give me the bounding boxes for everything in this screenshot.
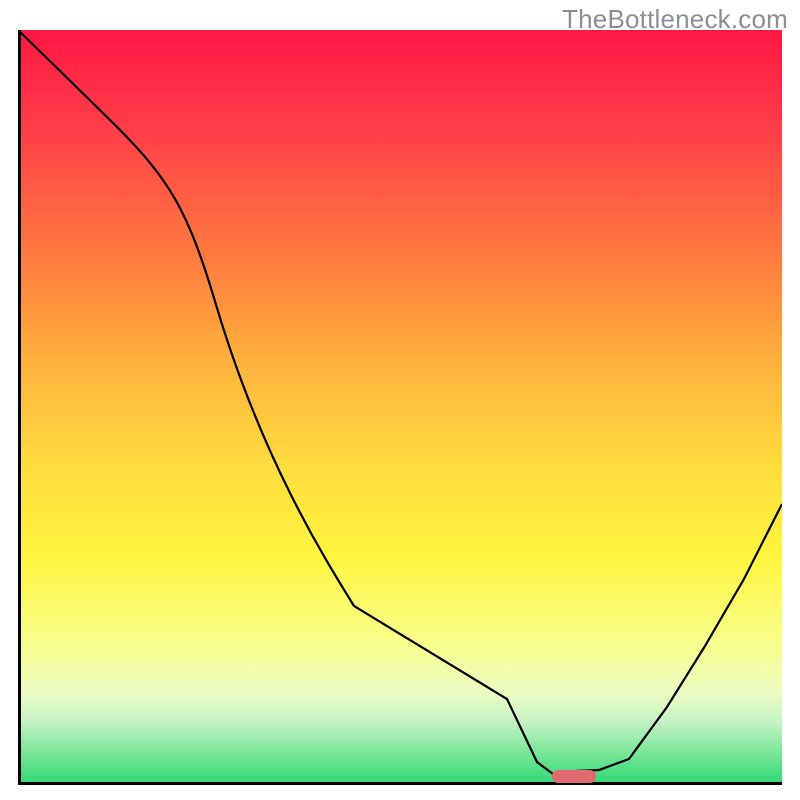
optimal-marker [552, 770, 596, 783]
chart-container: TheBottleneck.com [0, 0, 800, 800]
curve-path [18, 30, 782, 774]
line-series [18, 30, 782, 782]
x-axis [18, 782, 782, 785]
